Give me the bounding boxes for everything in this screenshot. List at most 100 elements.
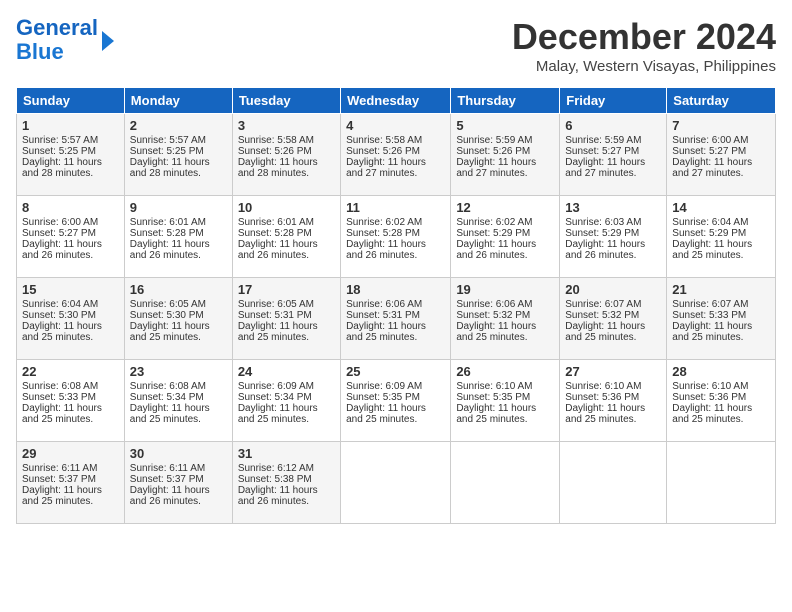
sunset-label: Sunset: 5:26 PM (238, 146, 312, 157)
calendar-cell: 28 Sunrise: 6:10 AM Sunset: 5:36 PM Dayl… (667, 360, 776, 442)
sunset-label: Sunset: 5:26 PM (346, 146, 420, 157)
calendar-cell: 24 Sunrise: 6:09 AM Sunset: 5:34 PM Dayl… (232, 360, 340, 442)
day-number: 22 (22, 364, 119, 379)
calendar-cell (341, 442, 451, 524)
daylight-label: Daylight: 11 hours and 25 minutes. (22, 403, 102, 425)
sunrise-label: Sunrise: 6:04 AM (22, 299, 98, 310)
daylight-label: Daylight: 11 hours and 26 minutes. (456, 239, 536, 261)
sunrise-label: Sunrise: 6:07 AM (565, 299, 641, 310)
weekday-header: Friday (560, 88, 667, 114)
calendar-cell: 10 Sunrise: 6:01 AM Sunset: 5:28 PM Dayl… (232, 196, 340, 278)
page-header: GeneralBlue December 2024 Malay, Western… (16, 16, 776, 75)
sunset-label: Sunset: 5:34 PM (238, 392, 312, 403)
daylight-label: Daylight: 11 hours and 25 minutes. (672, 239, 752, 261)
sunset-label: Sunset: 5:25 PM (130, 146, 204, 157)
calendar-week-row: 1 Sunrise: 5:57 AM Sunset: 5:25 PM Dayli… (17, 114, 776, 196)
calendar-cell (667, 442, 776, 524)
month-title: December 2024 (512, 16, 776, 58)
calendar-cell: 18 Sunrise: 6:06 AM Sunset: 5:31 PM Dayl… (341, 278, 451, 360)
calendar-cell: 30 Sunrise: 6:11 AM Sunset: 5:37 PM Dayl… (124, 442, 232, 524)
sunset-label: Sunset: 5:37 PM (22, 474, 96, 485)
day-number: 11 (346, 200, 445, 215)
weekday-header: Tuesday (232, 88, 340, 114)
calendar-cell (451, 442, 560, 524)
sunset-label: Sunset: 5:33 PM (672, 310, 746, 321)
daylight-label: Daylight: 11 hours and 25 minutes. (130, 403, 210, 425)
calendar-cell: 11 Sunrise: 6:02 AM Sunset: 5:28 PM Dayl… (341, 196, 451, 278)
day-number: 13 (565, 200, 661, 215)
sunrise-label: Sunrise: 6:06 AM (346, 299, 422, 310)
logo-arrow-icon (102, 31, 114, 51)
daylight-label: Daylight: 11 hours and 26 minutes. (238, 239, 318, 261)
calendar-cell: 9 Sunrise: 6:01 AM Sunset: 5:28 PM Dayli… (124, 196, 232, 278)
calendar-week-row: 22 Sunrise: 6:08 AM Sunset: 5:33 PM Dayl… (17, 360, 776, 442)
sunrise-label: Sunrise: 5:57 AM (22, 135, 98, 146)
sunset-label: Sunset: 5:37 PM (130, 474, 204, 485)
calendar-header-row: SundayMondayTuesdayWednesdayThursdayFrid… (17, 88, 776, 114)
day-number: 19 (456, 282, 554, 297)
calendar-cell: 25 Sunrise: 6:09 AM Sunset: 5:35 PM Dayl… (341, 360, 451, 442)
sunrise-label: Sunrise: 6:00 AM (22, 217, 98, 228)
daylight-label: Daylight: 11 hours and 28 minutes. (238, 157, 318, 179)
sunset-label: Sunset: 5:34 PM (130, 392, 204, 403)
daylight-label: Daylight: 11 hours and 26 minutes. (565, 239, 645, 261)
location-title: Malay, Western Visayas, Philippines (512, 58, 776, 75)
calendar-cell: 13 Sunrise: 6:03 AM Sunset: 5:29 PM Dayl… (560, 196, 667, 278)
sunset-label: Sunset: 5:29 PM (565, 228, 639, 239)
sunset-label: Sunset: 5:26 PM (456, 146, 530, 157)
sunset-label: Sunset: 5:36 PM (565, 392, 639, 403)
daylight-label: Daylight: 11 hours and 25 minutes. (565, 403, 645, 425)
day-number: 14 (672, 200, 770, 215)
day-number: 9 (130, 200, 227, 215)
day-number: 10 (238, 200, 335, 215)
sunrise-label: Sunrise: 6:09 AM (238, 381, 314, 392)
sunset-label: Sunset: 5:33 PM (22, 392, 96, 403)
sunset-label: Sunset: 5:28 PM (130, 228, 204, 239)
weekday-header: Saturday (667, 88, 776, 114)
calendar-cell (560, 442, 667, 524)
title-area: December 2024 Malay, Western Visayas, Ph… (512, 16, 776, 75)
sunset-label: Sunset: 5:28 PM (346, 228, 420, 239)
sunset-label: Sunset: 5:30 PM (22, 310, 96, 321)
daylight-label: Daylight: 11 hours and 26 minutes. (238, 485, 318, 507)
sunset-label: Sunset: 5:35 PM (346, 392, 420, 403)
sunset-label: Sunset: 5:32 PM (565, 310, 639, 321)
day-number: 16 (130, 282, 227, 297)
calendar-table: SundayMondayTuesdayWednesdayThursdayFrid… (16, 87, 776, 524)
day-number: 3 (238, 118, 335, 133)
day-number: 29 (22, 446, 119, 461)
sunrise-label: Sunrise: 6:09 AM (346, 381, 422, 392)
calendar-cell: 29 Sunrise: 6:11 AM Sunset: 5:37 PM Dayl… (17, 442, 125, 524)
daylight-label: Daylight: 11 hours and 28 minutes. (22, 157, 102, 179)
day-number: 25 (346, 364, 445, 379)
calendar-cell: 2 Sunrise: 5:57 AM Sunset: 5:25 PM Dayli… (124, 114, 232, 196)
daylight-label: Daylight: 11 hours and 25 minutes. (346, 403, 426, 425)
day-number: 26 (456, 364, 554, 379)
daylight-label: Daylight: 11 hours and 25 minutes. (456, 321, 536, 343)
sunset-label: Sunset: 5:30 PM (130, 310, 204, 321)
calendar-cell: 21 Sunrise: 6:07 AM Sunset: 5:33 PM Dayl… (667, 278, 776, 360)
sunrise-label: Sunrise: 5:57 AM (130, 135, 206, 146)
daylight-label: Daylight: 11 hours and 25 minutes. (130, 321, 210, 343)
calendar-cell: 27 Sunrise: 6:10 AM Sunset: 5:36 PM Dayl… (560, 360, 667, 442)
calendar-cell: 14 Sunrise: 6:04 AM Sunset: 5:29 PM Dayl… (667, 196, 776, 278)
weekday-header: Monday (124, 88, 232, 114)
calendar-cell: 1 Sunrise: 5:57 AM Sunset: 5:25 PM Dayli… (17, 114, 125, 196)
daylight-label: Daylight: 11 hours and 25 minutes. (672, 321, 752, 343)
daylight-label: Daylight: 11 hours and 27 minutes. (346, 157, 426, 179)
sunrise-label: Sunrise: 6:10 AM (456, 381, 532, 392)
calendar-week-row: 8 Sunrise: 6:00 AM Sunset: 5:27 PM Dayli… (17, 196, 776, 278)
sunrise-label: Sunrise: 5:58 AM (346, 135, 422, 146)
sunrise-label: Sunrise: 6:04 AM (672, 217, 748, 228)
calendar-cell: 5 Sunrise: 5:59 AM Sunset: 5:26 PM Dayli… (451, 114, 560, 196)
sunset-label: Sunset: 5:31 PM (238, 310, 312, 321)
daylight-label: Daylight: 11 hours and 25 minutes. (565, 321, 645, 343)
sunset-label: Sunset: 5:29 PM (672, 228, 746, 239)
day-number: 6 (565, 118, 661, 133)
day-number: 24 (238, 364, 335, 379)
day-number: 23 (130, 364, 227, 379)
daylight-label: Daylight: 11 hours and 25 minutes. (22, 485, 102, 507)
day-number: 1 (22, 118, 119, 133)
sunrise-label: Sunrise: 6:12 AM (238, 463, 314, 474)
day-number: 8 (22, 200, 119, 215)
